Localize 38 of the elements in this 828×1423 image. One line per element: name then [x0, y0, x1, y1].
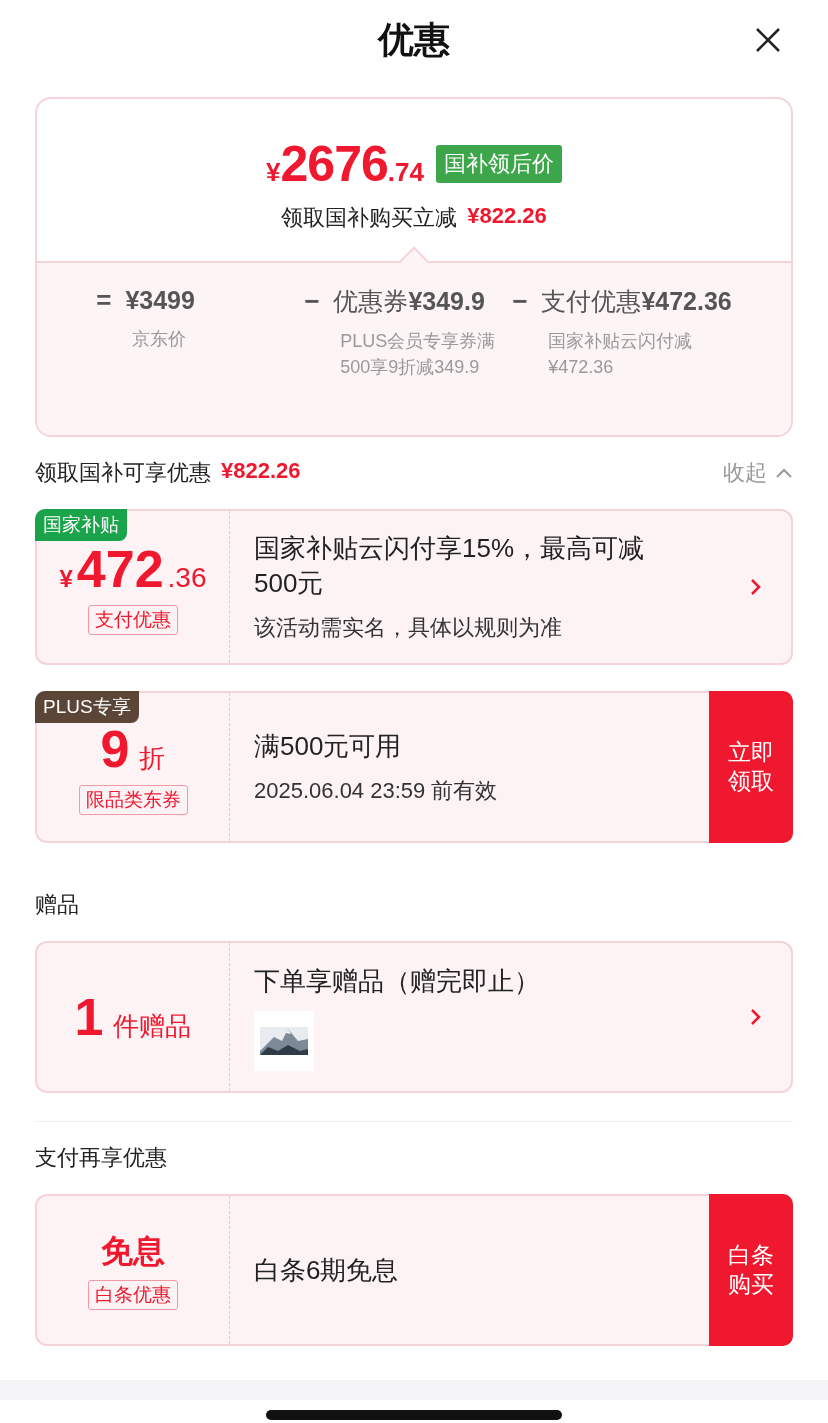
coupon-value: 1 件赠品 — [74, 987, 192, 1047]
breakdown-note: 国家补贴云闪付减¥472.36 — [548, 330, 694, 379]
final-price: ¥2676.74 — [266, 135, 424, 193]
coupon-title: 国家补贴云闪付享15%，最高可减 500元 — [254, 532, 646, 600]
breakdown-amount: 支付优惠¥472.36 — [541, 286, 732, 317]
chevron-right-icon[interactable] — [749, 577, 763, 597]
coupon-value: 免息 — [101, 1232, 165, 1271]
operator-sign: − — [512, 286, 528, 317]
coupon-badge: 国家补贴 — [35, 509, 127, 541]
section-amount: ¥822.26 — [221, 458, 301, 485]
coupon-title: 满500元可用 — [254, 729, 403, 763]
coupon-title: 白条6期免息 — [254, 1253, 400, 1287]
operator-sign: = — [96, 285, 112, 316]
coupon-badge: PLUS专享 — [35, 691, 139, 723]
operator-sign: − — [304, 286, 320, 317]
section-title: 领取国补可享优惠 — [35, 459, 211, 487]
claim-button[interactable]: 白条购买 — [709, 1194, 793, 1346]
coupon-title: 下单享赠品（赠完即止） — [254, 964, 541, 998]
coupon-value: ¥472.36 — [59, 539, 207, 599]
breakdown-note: PLUS会员专享券满500享9折减349.9 — [340, 330, 497, 379]
chevron-right-icon[interactable] — [749, 1007, 763, 1027]
coupon-tag: 限品类东券 — [78, 785, 188, 815]
discount-amount: ¥822.26 — [467, 203, 547, 230]
close-icon[interactable] — [754, 26, 782, 54]
claim-button[interactable]: 立即领取 — [709, 691, 793, 843]
coupon-note: 该活动需实名，具体以规则为准 — [254, 614, 563, 642]
dialog-title: 优惠 — [378, 17, 450, 62]
breakdown-note: 京东价 — [132, 328, 188, 351]
section-title: 赠品 — [35, 891, 79, 919]
coupon-tag: 支付优惠 — [88, 605, 178, 635]
coupon-tag: 白条优惠 — [88, 1280, 178, 1310]
breakdown-amount: ¥3499 — [125, 286, 195, 315]
breakdown-amount: 优惠券¥349.9 — [333, 286, 485, 317]
collapse-toggle[interactable]: 收起 — [723, 458, 793, 488]
section-title: 支付再享优惠 — [35, 1144, 167, 1172]
price-tag: 国补领后价 — [435, 145, 562, 183]
discount-label: 领取国补购买立减 — [281, 204, 458, 232]
coupon-note: 2025.06.04 23:59 前有效 — [254, 776, 499, 805]
